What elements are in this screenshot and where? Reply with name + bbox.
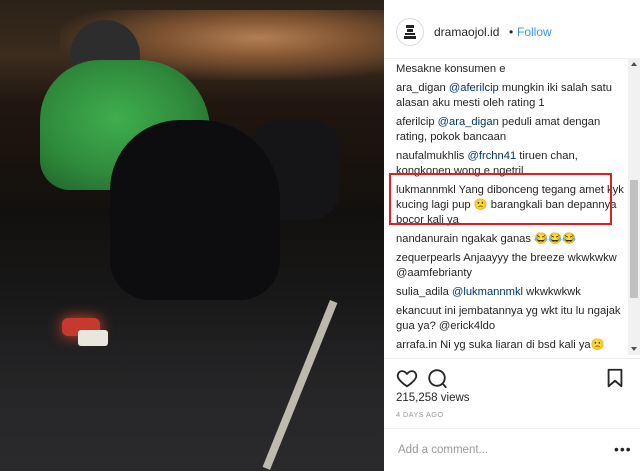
add-comment-bar: ••• [384,428,640,472]
comment-item: ekancuut ini jembatannya yg wkt itu lu n… [396,304,626,334]
post-timestamp[interactable]: 4 DAYS AGO [396,410,443,419]
post-video[interactable] [0,0,384,471]
comment-mention[interactable]: @aferilcip [449,82,499,94]
comment-text: wkwkwkwk [523,286,581,298]
username-link[interactable]: dramaojol.id [434,25,499,39]
action-bar [384,358,640,395]
comment-username[interactable]: naufalmukhlis [396,150,464,162]
comment-username[interactable]: nandanurain [396,233,458,245]
comment-mention[interactable]: @frchn41 [468,150,517,162]
comment-username[interactable]: sulia_adila [396,286,449,298]
comments-scrollbar[interactable] [628,58,640,355]
logo-icon [404,25,416,39]
heart-icon[interactable] [396,367,418,389]
comment-item: aferilcip @ara_digan peduli amat dengan … [396,115,626,145]
comment-username[interactable]: ekancuut [396,305,441,317]
post-sidebar: dramaojol.id • Follow Mesakne konsumen e… [384,0,640,471]
comment-item: arrafa.in Ni yg suka liaran di bsd kali … [396,338,626,353]
views-count[interactable]: 215,258 views [396,392,470,404]
comment-mention[interactable]: @ara_digan [438,116,499,128]
comment-username[interactable]: ara_digan [396,82,446,94]
bookmark-icon[interactable] [604,367,626,389]
comment-item: nandanurain ngakak ganas 😂😂😂 [396,232,626,247]
comment-username[interactable]: zequerpearls [396,252,461,264]
comment-icon[interactable] [426,367,448,389]
post-header: dramaojol.id • Follow [384,0,640,59]
follow-button[interactable]: Follow [517,25,552,39]
passenger [110,120,280,300]
comment-username[interactable]: aferilcip [396,116,435,128]
comment-input[interactable] [396,439,610,461]
comment-item: sulia_adila @lukmannmkl wkwkwkwk [396,285,626,300]
comment-item: zequerpearls Anjaayyy the breeze wkwkwkw… [396,251,626,281]
avatar[interactable] [396,18,424,46]
comment-text: ngakak ganas 😂😂😂 [461,233,576,245]
comment-username[interactable]: arrafa.in [396,339,437,351]
license-plate [78,330,108,346]
scroll-thumb[interactable] [630,180,638,298]
comment-mention[interactable]: @lukmannmkl [452,286,523,298]
separator-dot: • [509,25,514,39]
comment-item: ara_digan @aferilcip mungkin iki salah s… [396,81,626,111]
comment-text: Mesakne konsumen e [396,63,506,75]
comment-item: Mesakne konsumen e [396,62,626,77]
highlight-box [389,173,612,225]
more-options-icon[interactable]: ••• [614,441,632,457]
scroll-down-icon[interactable] [628,343,640,355]
scroll-up-icon[interactable] [628,58,640,70]
comment-text: Ni yg suka liaran di bsd kali ya🙁 [440,339,605,351]
